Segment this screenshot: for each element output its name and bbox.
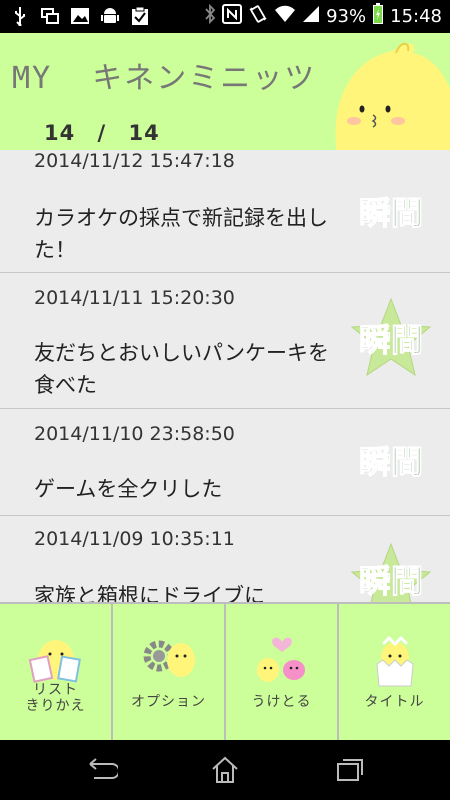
image-icon [70,6,90,26]
list-item[interactable]: 2014/11/11 15:20:30 友だちとおいしいパンケーキを食べた 瞬間 [0,273,450,409]
entry-date: 2014/11/11 15:20:30 [34,287,235,309]
chick-mascot-image [318,39,450,150]
entry-date: 2014/11/12 15:47:18 [34,150,235,172]
entry-date: 2014/11/10 23:58:50 [34,423,235,445]
gear-chick-icon [137,628,201,696]
page-total: 14 [128,121,160,145]
moment-badge-label: 瞬間 [359,443,423,481]
recent-apps-button[interactable] [330,754,370,786]
entry-text: 家族と箱根にドライブに [34,584,265,602]
signal-icon [302,5,320,28]
vibrate-icon [248,4,268,29]
moment-badge[interactable]: 瞬間 [348,170,434,256]
clipboard-icon [130,6,150,26]
title-button[interactable]: タイトル [339,604,450,740]
recent-apps-icon [337,759,363,781]
battery-percent: 93% [326,6,367,27]
options-label: オプション [131,694,206,710]
navigation-bar [0,740,450,800]
entry-text: カラオケの採点で新記録を出した！ [34,206,328,262]
home-button[interactable] [205,754,245,786]
wifi-icon [274,5,296,28]
nfc-icon [222,4,243,29]
list-item[interactable]: 2014/11/10 23:58:50 ゲームを全クリした 瞬間 [0,409,450,516]
entry-text: 友だちとおいしいパンケーキを食べた [34,341,330,397]
receive-button[interactable]: うけとる [226,604,337,740]
page-separator: / [97,121,107,145]
bottom-menu: リスト きりかえ オプション うけとる タイトル [0,602,450,740]
switch-list-button[interactable]: リスト きりかえ [0,604,111,740]
clock: 15:48 [390,6,442,27]
moment-badge-label: 瞬間 [359,321,423,359]
moment-list[interactable]: 2014/11/12 15:47:18 カラオケの採点で新記録を出した！ 瞬間 … [0,150,450,602]
entry-date: 2014/11/09 10:35:11 [34,528,235,550]
window-icon [40,6,60,26]
receive-label: うけとる [251,694,312,710]
moment-badge-label: 瞬間 [359,562,423,600]
app-title: MY キネンミニッツ [12,61,317,96]
title-label: タイトル [364,694,425,710]
star-moment-badge[interactable]: 瞬間 [348,295,434,381]
switch-list-label: リスト きりかえ [25,682,86,714]
page-current: 14 [44,121,76,145]
options-button[interactable]: オプション [113,604,224,740]
app-header: MY キネンミニッツ 14 / 14 [0,33,450,150]
usb-icon [10,6,30,26]
status-bar: 93% 15:48 [0,0,450,33]
home-icon [212,756,238,783]
moment-badge-label: 瞬間 [359,194,423,232]
star-moment-badge[interactable]: 瞬間 [348,540,434,602]
android-icon [100,6,120,26]
page-counter: 14 / 14 [44,121,160,145]
moment-badge[interactable]: 瞬間 [348,419,434,505]
back-button[interactable] [80,754,120,786]
battery-icon [372,3,384,30]
chicks-heart-icon [250,628,314,696]
list-item[interactable]: 2014/11/12 15:47:18 カラオケの採点で新記録を出した！ 瞬間 [0,150,450,273]
entry-text: ゲームを全クリした [34,477,223,501]
bluetooth-icon [204,3,216,29]
back-icon [89,758,118,779]
chick-in-egg-icon [363,628,427,696]
list-item[interactable]: 2014/11/09 10:35:11 家族と箱根にドライブに 瞬間 [0,516,450,602]
